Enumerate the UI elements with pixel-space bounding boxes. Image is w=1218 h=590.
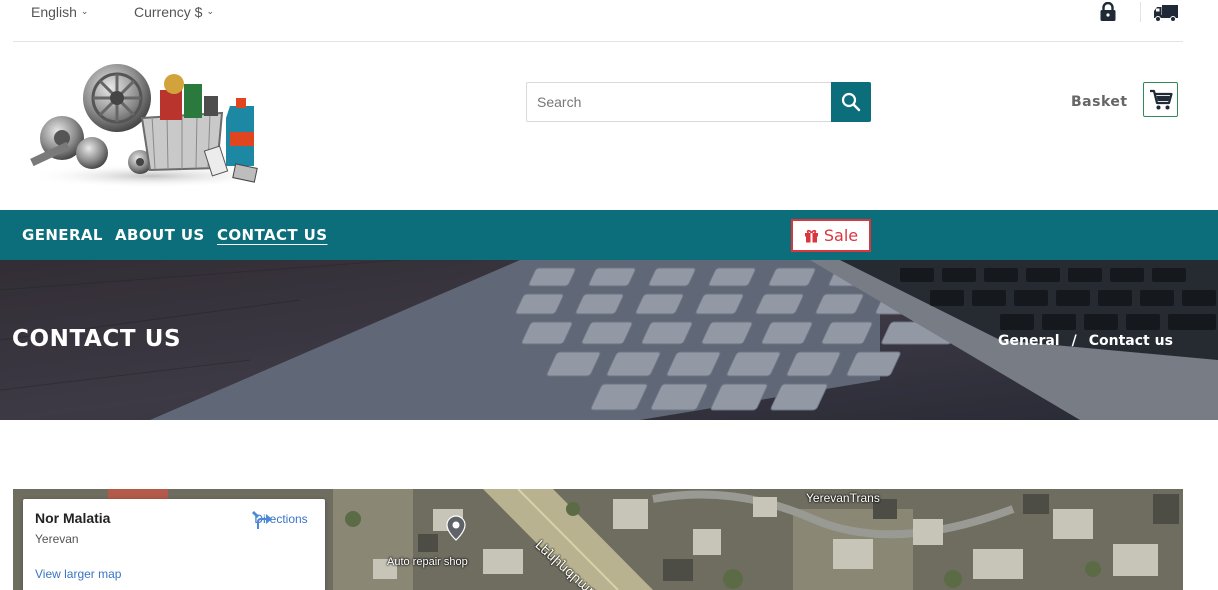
nav-item-contact-us[interactable]: CONTACT US: [217, 226, 327, 244]
breadcrumb-home-link[interactable]: General: [998, 333, 1060, 349]
cart-button[interactable]: [1143, 82, 1178, 117]
page-title: CONTACT US: [12, 326, 182, 352]
search-input[interactable]: [526, 82, 832, 122]
page-hero: CONTACT US General / Contact us: [0, 260, 1218, 420]
breadcrumb-current: Contact us: [1088, 333, 1173, 349]
top-bar: English ⌄ Currency $ ⌄: [0, 0, 1218, 42]
cart-icon: [1149, 89, 1173, 109]
currency-selector[interactable]: Currency $ ⌄: [134, 4, 214, 20]
place-city: Yerevan: [35, 532, 79, 546]
search-button[interactable]: [831, 82, 871, 122]
lock-icon[interactable]: [1099, 2, 1117, 22]
page: English ⌄ Currency $ ⌄ Search Basket GEN…: [0, 0, 1218, 590]
language-label: English: [31, 4, 77, 20]
truck-icon[interactable]: [1153, 4, 1179, 22]
map-label-yerevantrans[interactable]: YerevanTrans: [806, 491, 880, 505]
basket-label[interactable]: Basket: [1071, 94, 1128, 110]
directions-icon: [252, 511, 272, 529]
view-larger-map-link[interactable]: View larger map: [35, 567, 121, 581]
main-nav: GENERAL ABOUT US CONTACT US Sale: [0, 210, 1218, 260]
topbar-divider-line: [13, 41, 1183, 42]
location-map[interactable]: Auto repair shop YerevanTrans Լենինգրադյ…: [13, 489, 1183, 590]
nav-item-about-us[interactable]: ABOUT US: [115, 226, 205, 244]
map-place-card: Nor Malatia Yerevan Directions View larg…: [23, 499, 325, 590]
map-label-auto-repair[interactable]: Auto repair shop: [387, 556, 468, 568]
currency-label: Currency $: [134, 4, 203, 20]
directions-button[interactable]: Directions: [251, 509, 311, 529]
sale-label: Sale: [823, 226, 859, 245]
sale-button[interactable]: Sale: [791, 219, 871, 252]
search-icon: [841, 92, 861, 112]
topbar-divider: [1140, 2, 1141, 22]
chevron-down-icon: ⌄: [80, 5, 89, 16]
breadcrumb: General / Contact us: [998, 333, 1173, 349]
store-logo[interactable]: [22, 58, 280, 190]
gift-icon: [804, 229, 818, 243]
breadcrumb-separator: /: [1071, 333, 1077, 349]
language-selector[interactable]: English ⌄: [31, 4, 88, 20]
place-name: Nor Malatia: [35, 510, 111, 526]
nav-item-general[interactable]: GENERAL: [22, 226, 103, 244]
chevron-down-icon: ⌄: [206, 5, 215, 16]
